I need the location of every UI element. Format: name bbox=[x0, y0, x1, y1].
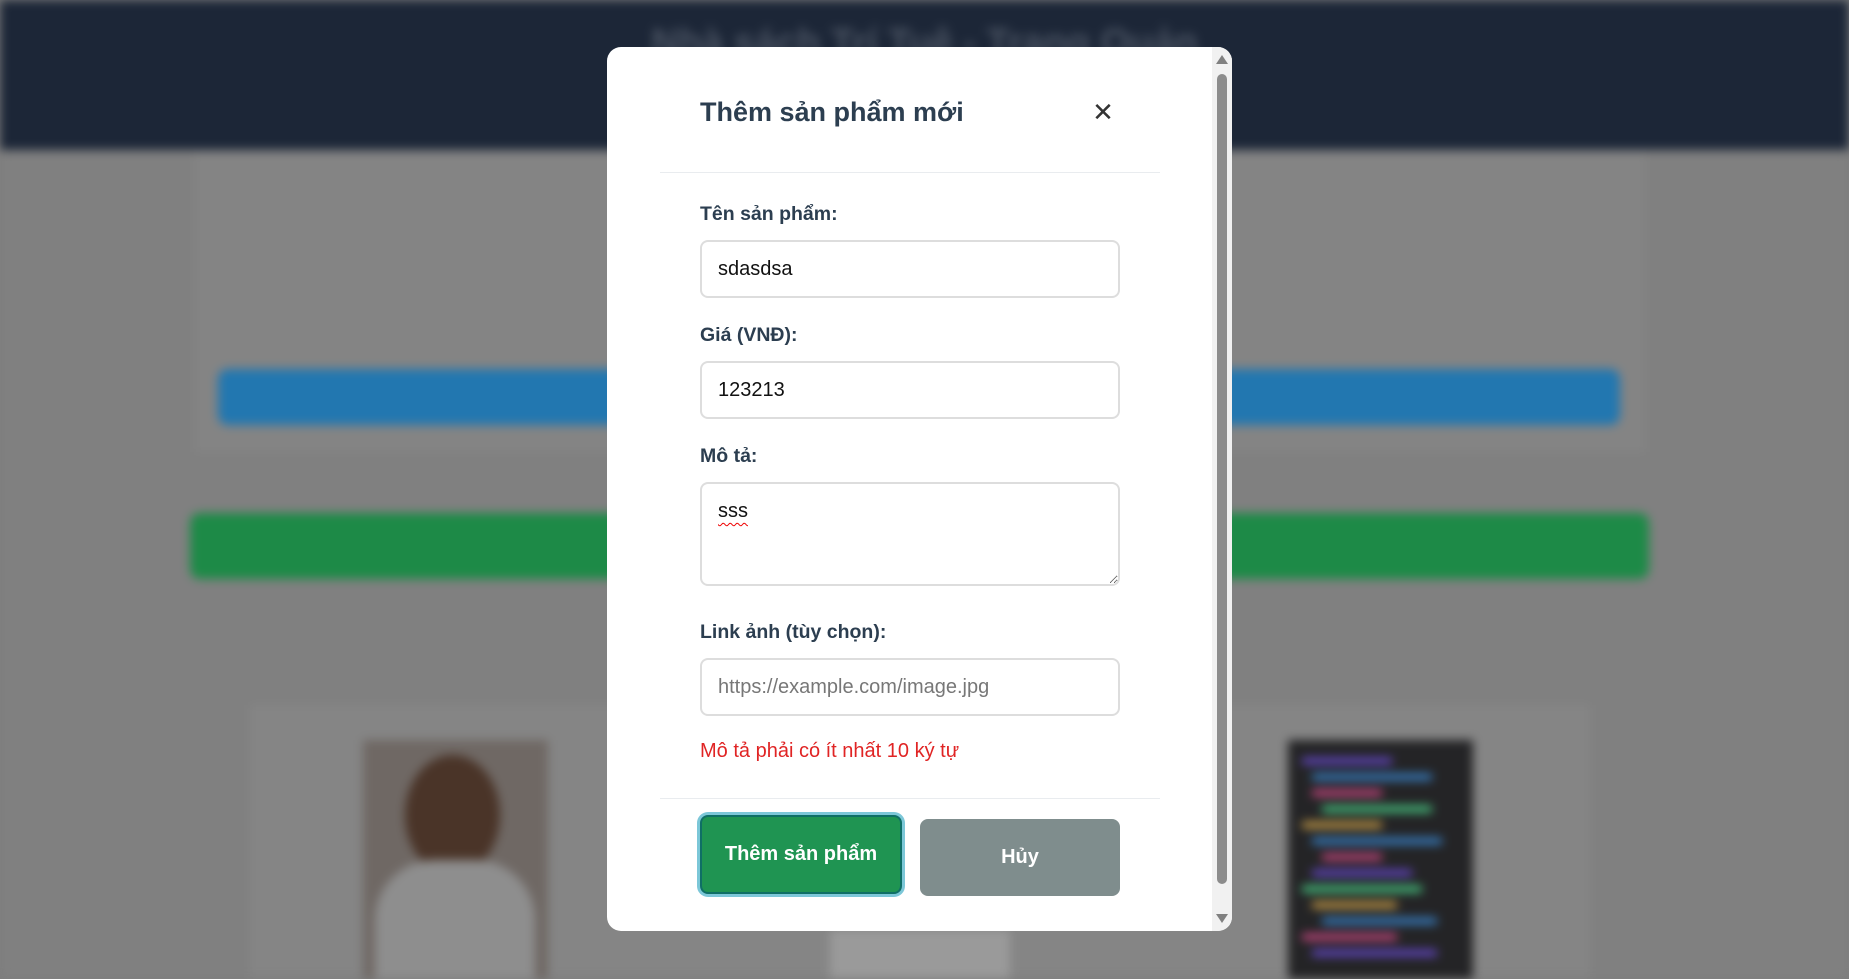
modal-content: Thêm sản phẩm mới ✕ Tên sản phẩm: Giá (V… bbox=[660, 47, 1160, 931]
image-link-input[interactable] bbox=[700, 658, 1120, 716]
scrollbar-thumb[interactable] bbox=[1217, 74, 1227, 884]
price-input[interactable] bbox=[700, 361, 1120, 419]
product-name-label: Tên sản phẩm: bbox=[700, 203, 838, 225]
price-label: Giá (VNĐ): bbox=[700, 324, 798, 346]
scroll-up-arrow-icon[interactable] bbox=[1216, 55, 1228, 64]
validation-error-message: Mô tả phải có ít nhất 10 ký tự bbox=[700, 740, 960, 762]
modal-title: Thêm sản phẩm mới bbox=[700, 97, 964, 127]
product-image-shirt bbox=[375, 860, 535, 979]
add-product-modal: Thêm sản phẩm mới ✕ Tên sản phẩm: Giá (V… bbox=[607, 47, 1232, 931]
description-textarea[interactable]: sss bbox=[700, 482, 1120, 586]
cancel-button[interactable]: Hủy bbox=[920, 819, 1120, 896]
product-image bbox=[830, 930, 1010, 979]
image-link-label: Link ảnh (tùy chọn): bbox=[700, 621, 887, 643]
modal-footer-divider bbox=[660, 798, 1160, 799]
product-name-input[interactable] bbox=[700, 240, 1120, 298]
scroll-down-arrow-icon[interactable] bbox=[1216, 914, 1228, 923]
close-icon[interactable]: ✕ bbox=[1089, 98, 1117, 126]
product-image-face bbox=[405, 755, 500, 875]
product-image bbox=[1288, 740, 1473, 979]
add-product-button[interactable]: Thêm sản phẩm bbox=[700, 815, 902, 894]
modal-scrollbar[interactable] bbox=[1212, 47, 1232, 931]
description-label: Mô tả: bbox=[700, 445, 758, 467]
